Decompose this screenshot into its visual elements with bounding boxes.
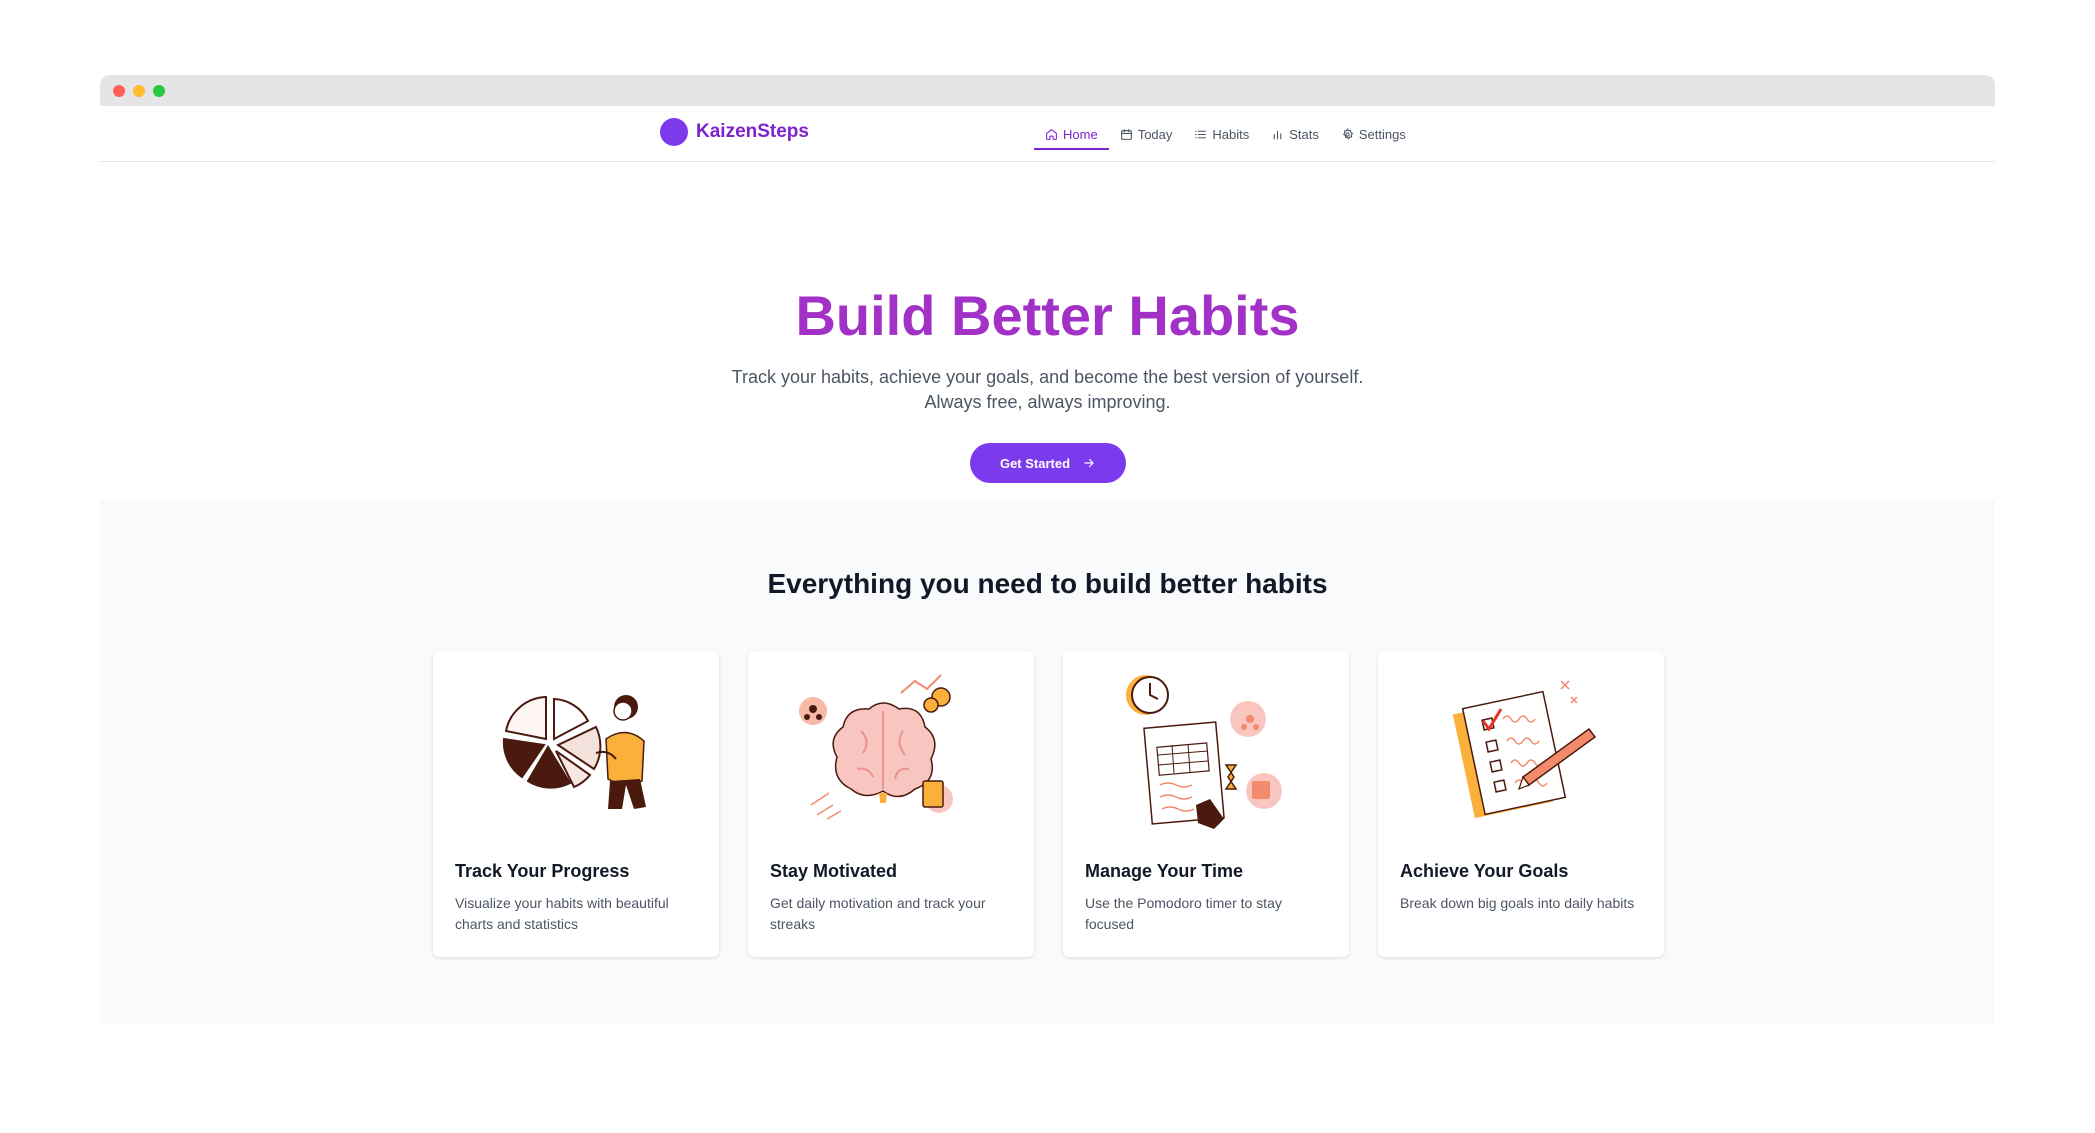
list-icon (1195, 130, 1207, 138)
feature-card-title: Achieve Your Goals (1400, 861, 1569, 881)
get-started-label: Get Started (999, 455, 1071, 471)
nav-links: Home Today Habits Stats Settings (1034, 106, 1417, 162)
features-title: Everything you need to build better habi… (767, 568, 1328, 599)
nav-item-stats[interactable]: Stats (1260, 106, 1330, 162)
gear-icon (1343, 128, 1353, 139)
brand-logo-icon (660, 118, 688, 146)
browser-window: KaizenSteps Home Today Habits Stats Sett… (100, 75, 1995, 1055)
hero-title: Build Better Habits (795, 284, 1300, 347)
hero-section: Build Better Habits Track your habits, a… (100, 162, 1995, 500)
feature-card-track-progress[interactable]: Track Your Progress Visualize your habit… (433, 651, 719, 957)
close-window-button[interactable] (113, 85, 125, 97)
feature-card-description: Use the Pomodoro timer to stay focused (1085, 895, 1282, 932)
hero-subtitle-line-2: Always free, always improving. (924, 392, 1171, 412)
nav-item-label: Settings (1358, 126, 1406, 142)
hero-subtitle: Track your habits, achieve your goals, a… (100, 365, 1995, 415)
arrow-right-icon (1084, 458, 1094, 468)
brain-illustration (799, 674, 953, 820)
nav-item-settings[interactable]: Settings (1330, 106, 1417, 162)
calendar-icon (1120, 128, 1132, 140)
features-section: Everything you need to build better habi… (100, 500, 1995, 1025)
home-icon (1046, 128, 1057, 140)
brand[interactable]: KaizenSteps (660, 118, 809, 146)
minimize-window-button[interactable] (133, 85, 145, 97)
feature-card-achieve-goals[interactable]: Achieve Your Goals Break down big goals … (1378, 651, 1664, 957)
brand-name: KaizenSteps (696, 121, 809, 142)
feature-cards: Track Your Progress Visualize your habit… (433, 651, 1664, 957)
window-titlebar (100, 75, 1995, 106)
nav-item-home[interactable]: Home (1034, 106, 1109, 162)
maximize-window-button[interactable] (153, 85, 165, 97)
hero-subtitle-line-1: Track your habits, achieve your goals, a… (731, 367, 1364, 387)
feature-card-title: Track Your Progress (455, 861, 630, 881)
clock-schedule-illustration (1126, 675, 1282, 829)
feature-card-stay-motivated[interactable]: Stay Motivated Get daily motivation and … (748, 651, 1034, 957)
feature-card-title: Manage Your Time (1085, 861, 1244, 881)
nav-item-label: Home (1063, 126, 1098, 142)
nav-item-label: Today (1137, 126, 1173, 142)
feature-card-description: Get daily motivation and track your stre… (770, 895, 986, 932)
feature-card-manage-time[interactable]: Manage Your Time Use the Pomodoro timer … (1063, 651, 1349, 957)
nav-item-label: Habits (1212, 126, 1250, 142)
nav-item-today[interactable]: Today (1109, 106, 1184, 162)
bar-chart-icon (1273, 130, 1282, 139)
nav-item-label: Stats (1289, 126, 1319, 142)
nav-item-habits[interactable]: Habits (1183, 106, 1260, 162)
feature-card-title: Stay Motivated (770, 861, 898, 881)
top-navbar: KaizenSteps Home Today Habits Stats Sett… (100, 106, 1995, 162)
pie-chart-person-illustration (502, 695, 646, 809)
feature-card-description: Visualize your habits with beautiful cha… (455, 895, 669, 932)
get-started-button[interactable]: Get Started (970, 443, 1126, 483)
checklist-pencil-illustration (1452, 680, 1597, 819)
feature-card-description: Break down big goals into daily habits (1400, 895, 1635, 911)
